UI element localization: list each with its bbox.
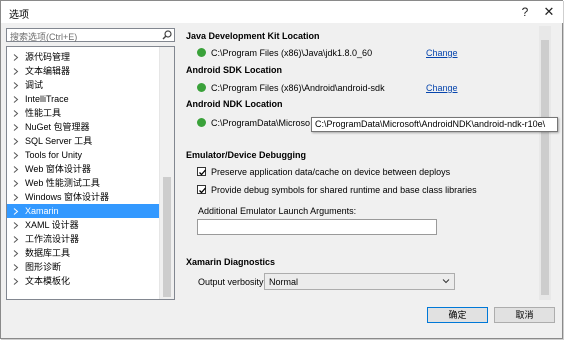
launch-args-input[interactable] xyxy=(197,219,437,235)
search-placeholder: 搜索选项(Ctrl+E) xyxy=(10,32,78,42)
chevron-right-icon[interactable] xyxy=(13,218,21,232)
preserve-data-checkbox[interactable] xyxy=(197,167,206,176)
tree-item-label: 文本编辑器 xyxy=(25,66,71,76)
tree-item[interactable]: 图形诊断 xyxy=(7,260,160,274)
options-dialog: 选项 ? ✕ 搜索选项(Ctrl+E) 源代码管理文本编辑器调试 IntelliT… xyxy=(0,0,563,339)
tree-item-label: 源代码管理 xyxy=(25,52,71,62)
tree-item[interactable]: Windows 窗体设计器 xyxy=(7,190,160,204)
tree-item-label: Windows 窗体设计器 xyxy=(25,192,110,202)
close-button[interactable]: ✕ xyxy=(537,3,561,21)
chevron-right-icon[interactable] xyxy=(13,274,21,288)
chevron-right-icon[interactable] xyxy=(13,120,21,134)
ndk-path: C:\ProgramData\Microso xyxy=(211,118,311,128)
tree-item-label: 调试 xyxy=(25,80,44,90)
tree-item-label: SQL Server 工具 xyxy=(25,136,93,146)
check-ok-icon xyxy=(197,118,206,127)
tree-item[interactable]: 文本模板化 xyxy=(7,274,160,288)
tree-item[interactable]: NuGet 包管理器 xyxy=(7,120,160,134)
chevron-right-icon[interactable] xyxy=(13,148,21,162)
emulator-heading: Emulator/Device Debugging xyxy=(186,150,307,160)
tree-item[interactable]: Web 窗体设计器 xyxy=(7,162,160,176)
sdk-path: C:\Program Files (x86)\Android\android-s… xyxy=(211,83,385,93)
tree-item-label: XAML 设计器 xyxy=(25,220,79,230)
tree-item-label: Tools for Unity xyxy=(25,150,83,160)
search-input[interactable]: 搜索选项(Ctrl+E) xyxy=(6,28,175,42)
panel-scrollbar-thumb[interactable] xyxy=(541,40,549,295)
ok-button[interactable]: 确定 xyxy=(427,307,488,323)
chevron-down-icon xyxy=(442,277,450,287)
chevron-right-icon[interactable] xyxy=(13,64,21,78)
window-title: 选项 xyxy=(9,10,29,21)
chevron-right-icon[interactable] xyxy=(13,92,21,106)
tree-item-label: Web 性能测试工具 xyxy=(25,178,100,188)
sdk-heading: Android SDK Location xyxy=(186,65,282,75)
tree-scrollbar[interactable] xyxy=(159,47,174,299)
search-icon[interactable] xyxy=(162,30,172,40)
chevron-right-icon[interactable] xyxy=(13,204,21,218)
check-ok-icon xyxy=(197,48,206,57)
tree-item[interactable]: 调试 xyxy=(7,78,160,92)
checkmark-icon xyxy=(199,187,206,194)
sdk-change-link[interactable]: Change xyxy=(426,83,458,93)
chevron-right-icon[interactable] xyxy=(13,176,21,190)
verbosity-dropdown[interactable]: Normal xyxy=(264,273,455,290)
diagnostics-heading: Xamarin Diagnostics xyxy=(186,257,276,267)
tree-item[interactable]: SQL Server 工具 xyxy=(7,134,160,148)
tree-item[interactable]: 数据库工具 xyxy=(7,246,160,260)
cancel-button[interactable]: 取消 xyxy=(494,307,555,323)
jdk-change-link[interactable]: Change xyxy=(426,48,458,58)
chevron-right-icon[interactable] xyxy=(13,78,21,92)
ndk-heading: Android NDK Location xyxy=(186,99,283,109)
chevron-right-icon[interactable] xyxy=(13,232,21,246)
tree-item-label: Web 窗体设计器 xyxy=(25,164,91,174)
help-button[interactable]: ? xyxy=(515,3,535,21)
tree-item-label: 图形诊断 xyxy=(25,262,62,272)
tree-item[interactable]: 文本编辑器 xyxy=(7,64,160,78)
tree-item-label: 文本模板化 xyxy=(25,276,71,286)
debug-symbols-label[interactable]: Provide debug symbols for shared runtime… xyxy=(211,185,477,195)
verbosity-value: Normal xyxy=(269,277,299,287)
launch-args-label: Additional Emulator Launch Arguments: xyxy=(198,206,357,216)
tree-scrollbar-thumb[interactable] xyxy=(163,177,171,297)
debug-symbols-checkbox[interactable] xyxy=(197,185,206,194)
tree-item[interactable]: 工作流设计器 xyxy=(7,232,160,246)
tree-item[interactable]: Xamarin xyxy=(7,204,160,218)
tree-item[interactable]: Tools for Unity xyxy=(7,148,160,162)
check-ok-icon xyxy=(197,83,206,92)
jdk-heading: Java Development Kit Location xyxy=(186,31,320,41)
chevron-right-icon[interactable] xyxy=(13,260,21,274)
tree-item-label: 数据库工具 xyxy=(25,248,71,258)
ndk-path-tooltip: C:\ProgramData\Microsoft\AndroidNDK\andr… xyxy=(311,117,558,132)
tree-item-label: NuGet 包管理器 xyxy=(25,122,90,132)
preserve-data-label[interactable]: Preserve application data/cache on devic… xyxy=(211,167,450,177)
tree-item-label: 工作流设计器 xyxy=(25,234,80,244)
tree-item[interactable]: Web 性能测试工具 xyxy=(7,176,160,190)
tree-item-label: 性能工具 xyxy=(25,108,62,118)
tree-item[interactable]: 源代码管理 xyxy=(7,50,160,64)
verbosity-label: Output verbosity: xyxy=(198,277,267,287)
tree-item[interactable]: XAML 设计器 xyxy=(7,218,160,232)
jdk-path: C:\Program Files (x86)\Java\jdk1.8.0_60 xyxy=(211,48,373,58)
tree-item[interactable]: IntelliTrace xyxy=(7,92,160,106)
chevron-right-icon[interactable] xyxy=(13,50,21,64)
chevron-right-icon[interactable] xyxy=(13,162,21,176)
chevron-right-icon[interactable] xyxy=(13,246,21,260)
tree-item-label: IntelliTrace xyxy=(25,94,69,104)
chevron-right-icon[interactable] xyxy=(13,106,21,120)
chevron-right-icon[interactable] xyxy=(13,190,21,204)
checkmark-icon xyxy=(199,169,206,176)
options-tree[interactable]: 源代码管理文本编辑器调试 IntelliTrace 性能工具 NuGet 包管理器 SQ… xyxy=(6,46,175,300)
tree-item[interactable]: 性能工具 xyxy=(7,106,160,120)
panel-scrollbar[interactable] xyxy=(539,26,551,300)
title-bar[interactable]: 选项 ? ✕ xyxy=(1,1,563,23)
chevron-right-icon[interactable] xyxy=(13,134,21,148)
tree-item-label: Xamarin xyxy=(25,206,59,216)
